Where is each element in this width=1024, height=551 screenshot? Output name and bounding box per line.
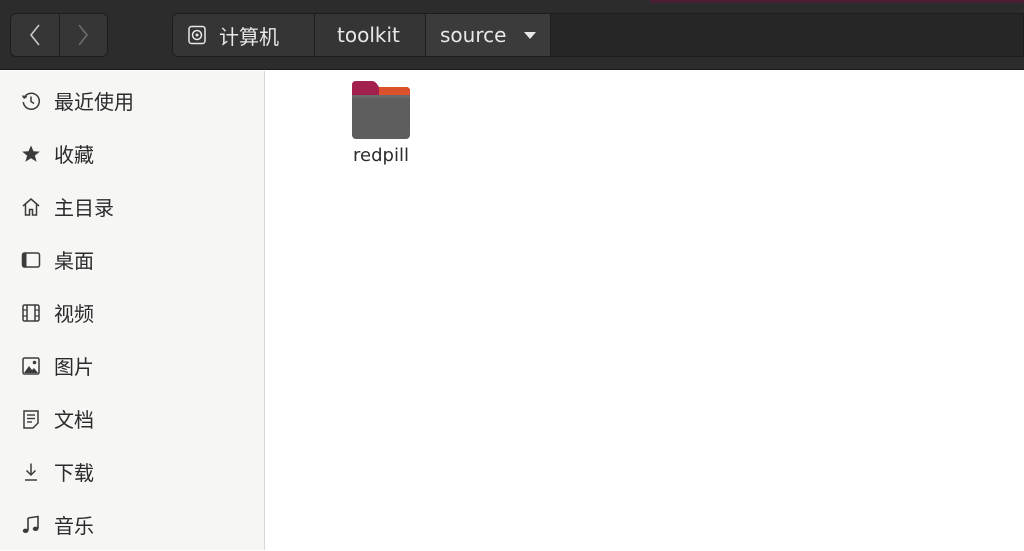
sidebar-item-label: 主目录	[54, 196, 114, 220]
file-name: redpill	[353, 145, 409, 166]
sidebar-item-starred[interactable]: 收藏	[0, 127, 264, 180]
sidebar-item-label: 桌面	[54, 249, 94, 273]
back-button[interactable]	[11, 14, 59, 56]
clock-icon	[20, 90, 42, 112]
sidebar: 最近使用 收藏 主目录 桌面 视频 图片 文档 下载 音乐	[0, 71, 265, 550]
crumb-label: 计算机	[219, 24, 279, 49]
sidebar-item-music[interactable]: 音乐	[0, 498, 264, 551]
folder-item-redpill[interactable]: redpill	[348, 79, 414, 166]
titlebar-accent-strip	[650, 0, 1024, 3]
chevron-right-icon	[78, 24, 89, 46]
header-bar: 计算机 toolkit source	[0, 0, 1024, 70]
navigation-buttons	[10, 13, 108, 57]
document-icon	[20, 408, 42, 430]
chevron-left-icon	[29, 24, 40, 46]
film-icon	[20, 302, 42, 324]
sidebar-item-label: 图片	[54, 355, 94, 379]
sidebar-item-label: 音乐	[54, 514, 94, 538]
file-view: redpill	[266, 71, 1024, 550]
sidebar-item-label: 最近使用	[54, 90, 134, 114]
folder-icon	[352, 81, 410, 139]
star-icon	[20, 143, 42, 165]
sidebar-item-label: 文档	[54, 408, 94, 432]
music-icon	[20, 514, 42, 536]
sidebar-item-label: 视频	[54, 302, 94, 326]
crumb-computer[interactable]: 计算机	[173, 14, 315, 56]
sidebar-item-desktop[interactable]: 桌面	[0, 233, 264, 286]
sidebar-item-pictures[interactable]: 图片	[0, 339, 264, 392]
drive-icon	[187, 25, 207, 45]
path-bar: 计算机 toolkit source	[172, 13, 1024, 57]
sidebar-item-recent[interactable]: 最近使用	[0, 74, 264, 127]
sidebar-item-downloads[interactable]: 下载	[0, 445, 264, 498]
sidebar-item-home[interactable]: 主目录	[0, 180, 264, 233]
crumb-label: toolkit	[337, 23, 400, 47]
home-icon	[20, 196, 42, 218]
crumb-source[interactable]: source	[426, 14, 552, 56]
sidebar-item-label: 下载	[54, 461, 94, 485]
crumb-label: source	[440, 23, 507, 47]
forward-button[interactable]	[58, 14, 107, 56]
download-icon	[20, 461, 42, 483]
image-icon	[20, 355, 42, 377]
sidebar-item-label: 收藏	[54, 143, 94, 167]
crumb-toolkit[interactable]: toolkit	[315, 14, 426, 56]
desktop-icon	[20, 249, 42, 271]
sidebar-item-documents[interactable]: 文档	[0, 392, 264, 445]
caret-down-icon[interactable]	[524, 31, 537, 39]
sidebar-item-videos[interactable]: 视频	[0, 286, 264, 339]
